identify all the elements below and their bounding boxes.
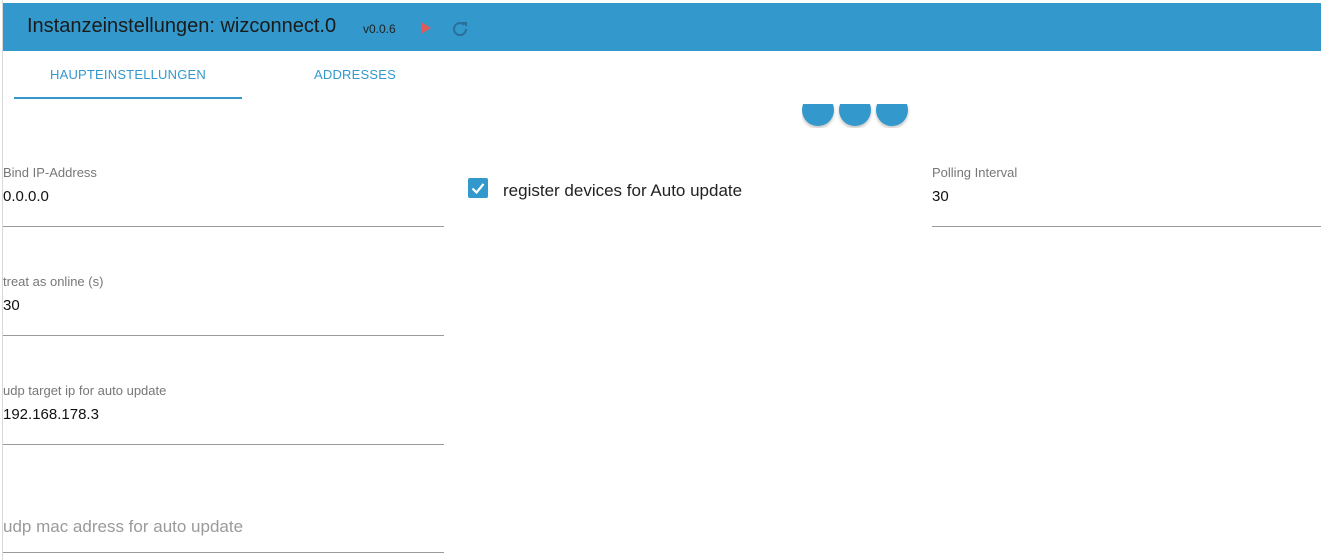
check-icon <box>471 183 485 195</box>
input-underline <box>3 226 444 227</box>
input-underline <box>3 444 444 445</box>
bind-ip-value[interactable]: 0.0.0.0 <box>3 188 49 205</box>
version-label: v0.0.6 <box>363 22 396 36</box>
input-underline <box>3 335 444 336</box>
input-underline <box>932 226 1321 227</box>
bind-ip-label: Bind IP-Address <box>3 165 97 180</box>
tab-bar: HAUPTEINSTELLUNGEN ADDRESSES <box>14 52 514 100</box>
udp-target-ip-value[interactable]: 192.168.178.3 <box>3 406 99 423</box>
reload-icon[interactable] <box>450 19 470 39</box>
tab-addresses[interactable]: ADDRESSES <box>242 52 468 98</box>
treat-online-field[interactable]: treat as online (s) 30 <box>3 274 444 336</box>
input-underline <box>3 552 444 553</box>
tab-haupteinstellungen[interactable]: HAUPTEINSTELLUNGEN <box>14 52 242 98</box>
polling-interval-field[interactable]: Polling Interval 30 <box>932 165 1321 227</box>
tab-indicator <box>14 97 242 99</box>
scroll-dot[interactable] <box>802 104 834 126</box>
bind-ip-field[interactable]: Bind IP-Address 0.0.0.0 <box>3 165 444 227</box>
polling-interval-value[interactable]: 30 <box>932 188 949 205</box>
auto-update-checkbox[interactable] <box>468 178 488 198</box>
treat-online-value[interactable]: 30 <box>3 297 20 314</box>
scroll-dot[interactable] <box>839 104 871 126</box>
page-title: Instanzeinstellungen: wizconnect.0 <box>27 15 337 37</box>
udp-mac-field[interactable]: udp mac adress for auto update <box>3 510 444 555</box>
polling-interval-label: Polling Interval <box>932 165 1018 180</box>
udp-target-ip-label: udp target ip for auto update <box>3 383 167 398</box>
scroll-dot[interactable] <box>876 104 908 126</box>
udp-target-ip-field[interactable]: udp target ip for auto update 192.168.17… <box>3 383 444 445</box>
scroll-dots <box>802 104 912 128</box>
auto-update-checkbox-label[interactable]: register devices for Auto update <box>503 181 742 201</box>
treat-online-label: treat as online (s) <box>3 274 104 289</box>
udp-mac-placeholder: udp mac adress for auto update <box>3 517 244 536</box>
play-icon[interactable] <box>420 21 432 35</box>
header-bar: Instanzeinstellungen: wizconnect.0 v0.0.… <box>3 3 1321 51</box>
